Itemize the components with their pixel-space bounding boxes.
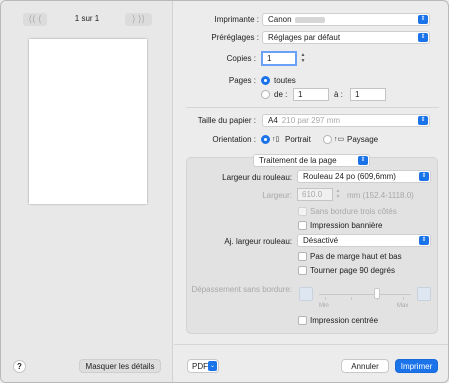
printer-label: Imprimante : — [214, 15, 259, 24]
width-field[interactable]: 610.0 — [297, 188, 333, 201]
section-value: Traitement de la page — [259, 156, 337, 165]
cancel-button[interactable]: Annuler — [341, 359, 389, 373]
slider-max-label: Max — [397, 303, 409, 309]
page-preview — [29, 39, 147, 204]
chevron-updown-icon: ⇕ — [418, 33, 428, 42]
width-stepper[interactable]: ▲ ▼ — [335, 188, 341, 200]
pages-from-field[interactable]: 1 — [293, 88, 329, 101]
no-top-bottom-margin-checkbox[interactable] — [298, 252, 307, 261]
page-indicator: 1 sur 1 — [74, 14, 100, 23]
copies-label: Copies : — [226, 54, 256, 63]
adjust-roll-width-value: Désactivé — [303, 236, 339, 245]
pages-from-label: de : — [274, 90, 288, 99]
preview-pane: ⟨⟨ ⟨ 1 sur 1 ⟩ ⟩⟩ ? Masquer les détails — [1, 1, 173, 382]
footer-divider — [174, 344, 448, 345]
centered-printing-checkbox[interactable] — [298, 316, 307, 325]
slider-tick — [351, 297, 352, 300]
paper-size-label: Taille du papier : — [197, 116, 256, 125]
centered-printing-label: Impression centrée — [310, 316, 379, 325]
next-page-button[interactable]: ⟩ ⟩⟩ — [125, 13, 152, 26]
chevron-updown-icon: ⇕ — [418, 116, 428, 125]
help-icon[interactable]: ? — [13, 360, 26, 373]
borderless-three-sides-checkbox[interactable] — [298, 207, 307, 216]
slider-min-label: Min — [319, 303, 329, 309]
banner-printing-checkbox[interactable] — [298, 221, 307, 230]
paper-size-dimensions: 210 par 297 mm — [281, 116, 341, 125]
print-dialog: ⟨⟨ ⟨ 1 sur 1 ⟩ ⟩⟩ ? Masquer les détails … — [0, 0, 449, 383]
pages-to-field[interactable]: 1 — [350, 88, 386, 101]
pages-label: Pages : — [228, 76, 256, 85]
rotate-90-checkbox[interactable] — [298, 266, 307, 275]
no-top-bottom-margin-label: Pas de marge haut et bas — [310, 252, 402, 261]
pages-all-label: toutes — [274, 76, 296, 85]
paper-size-value: A4 — [268, 116, 278, 125]
landscape-orientation-icon: ↑▭ — [334, 136, 345, 143]
presets-value: Réglages par défaut — [268, 33, 341, 42]
chevrons-left-icon: ⟨⟨ ⟨ — [28, 14, 42, 24]
presets-label: Préréglages : — [211, 33, 259, 42]
redacted-model — [294, 16, 325, 23]
chevron-down-icon: ⌄ — [208, 361, 217, 371]
copies-field[interactable]: 1 — [261, 51, 297, 66]
borderless-three-sides-label: Sans bordure trois côtés — [310, 207, 397, 216]
previous-page-button[interactable]: ⟨⟨ ⟨ — [23, 13, 47, 26]
orientation-label: Orientation : — [212, 135, 256, 144]
landscape-radio[interactable] — [323, 135, 332, 144]
adjust-roll-width-select[interactable]: Désactivé ⇕ — [297, 234, 431, 247]
hide-details-button[interactable]: Masquer les détails — [79, 359, 161, 373]
roll-width-label: Largeur du rouleau: — [222, 173, 292, 182]
portrait-orientation-icon: ↑▯ — [272, 136, 280, 143]
borderless-overflow-label: Dépassement sans bordure: — [191, 285, 293, 294]
printer-value: Canon — [268, 15, 292, 24]
portrait-label: Portrait — [285, 135, 311, 144]
pages-range-radio[interactable] — [261, 90, 270, 99]
paper-size-select[interactable]: A4 210 par 297 mm ⇕ — [262, 114, 430, 127]
landscape-label: Paysage — [347, 135, 379, 144]
divider — [186, 107, 439, 108]
slider-tick — [403, 297, 404, 300]
pdf-menu-button[interactable]: PDF ⌄ — [187, 359, 219, 373]
overflow-slider-track — [319, 294, 411, 295]
chevron-updown-icon: ⇕ — [419, 236, 429, 245]
width-label: Largeur: — [262, 191, 292, 200]
presets-select[interactable]: Réglages par défaut ⇕ — [262, 31, 430, 44]
copies-stepper[interactable]: ▲ ▼ — [300, 52, 306, 64]
min-overflow-icon — [299, 287, 313, 301]
rotate-90-label: Tourner page 90 degrés — [310, 266, 395, 275]
slider-tick — [325, 297, 326, 300]
roll-width-select[interactable]: Rouleau 24 po (609,6mm) ⇕ — [297, 170, 431, 183]
print-button[interactable]: Imprimer — [395, 359, 438, 373]
adjust-roll-width-label: Aj. largeur rouleau: — [224, 237, 292, 246]
pages-to-label: à : — [334, 90, 343, 99]
section-select[interactable]: Traitement de la page ⇕ — [253, 154, 370, 167]
printer-select[interactable]: Canon ⇕ — [262, 13, 430, 26]
max-overflow-icon — [417, 287, 431, 301]
chevron-updown-icon: ⇕ — [419, 172, 429, 181]
portrait-radio[interactable] — [261, 135, 270, 144]
overflow-slider-knob[interactable] — [374, 288, 380, 299]
chevron-updown-icon: ⇕ — [358, 156, 368, 165]
roll-width-value: Rouleau 24 po (609,6mm) — [303, 172, 396, 181]
pages-all-radio[interactable] — [261, 76, 270, 85]
width-unit-range: mm (152.4-1118.0) — [347, 191, 414, 200]
chevron-updown-icon: ⇕ — [418, 15, 428, 24]
chevrons-right-icon: ⟩ ⟩⟩ — [131, 14, 146, 24]
banner-printing-label: Impression bannière — [310, 221, 383, 230]
